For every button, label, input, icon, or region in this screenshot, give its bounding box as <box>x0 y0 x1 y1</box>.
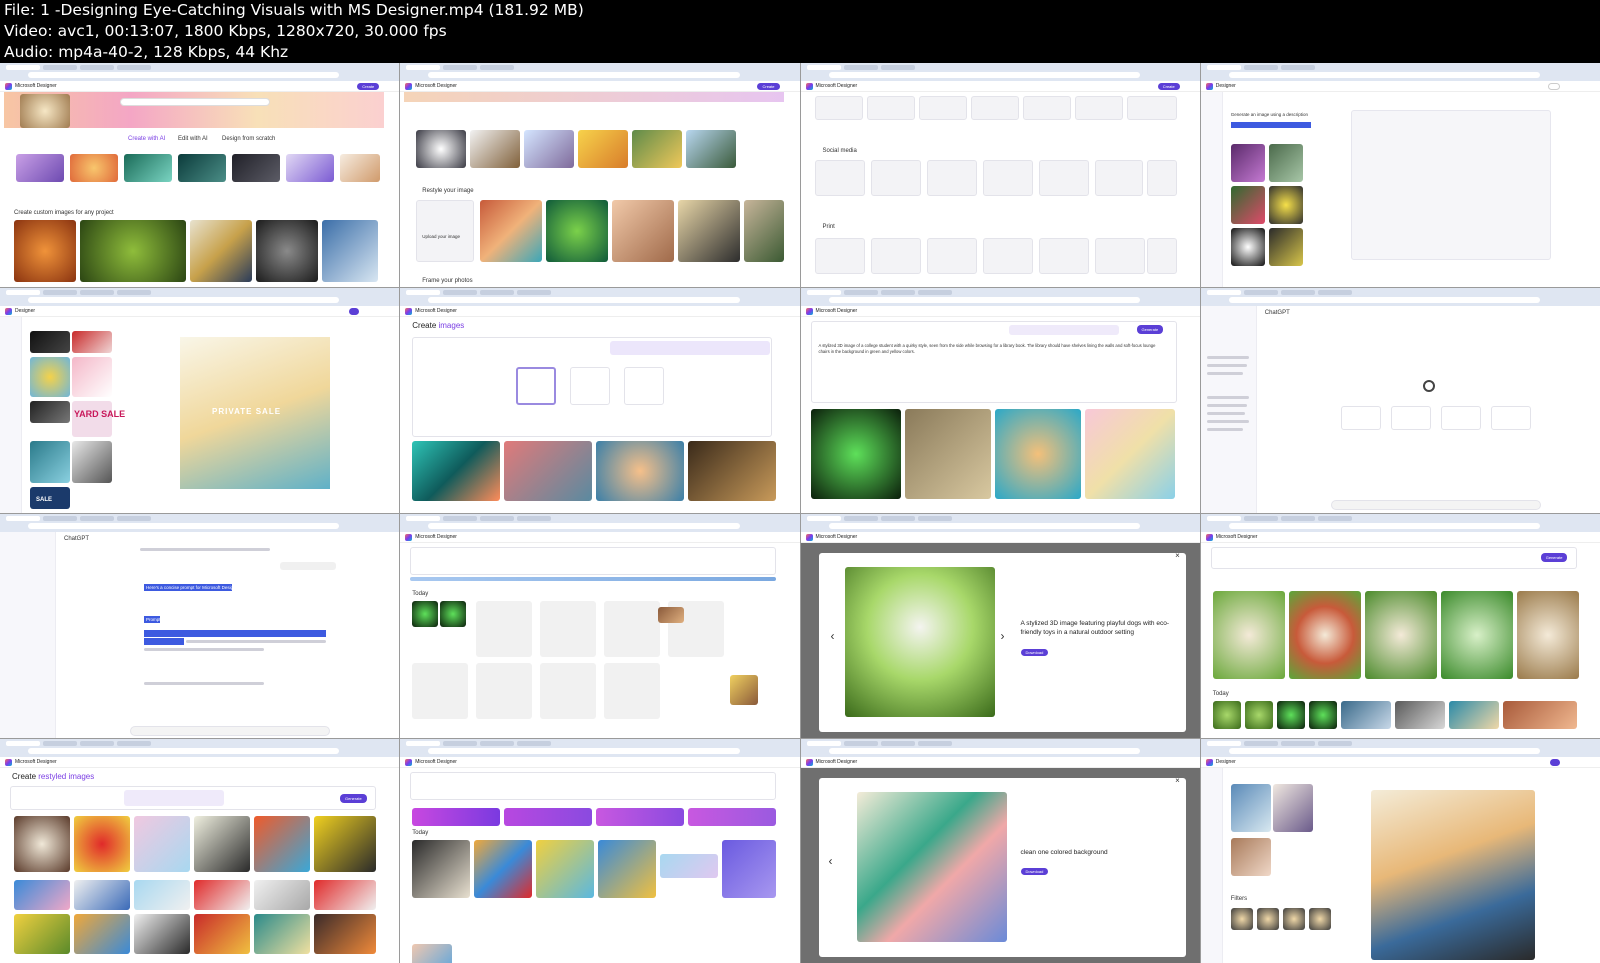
image-detail-modal: ‹ × clean one colored background Downloa… <box>818 776 1186 957</box>
download-button[interactable]: Download <box>1020 867 1049 875</box>
thumb-create-images[interactable]: Microsoft Designer Create images <box>400 288 800 513</box>
download-button[interactable]: Download <box>1020 648 1049 656</box>
section-title: Create custom images for any project <box>14 210 114 216</box>
thumb-edit-with-ai[interactable]: Microsoft Designer Create Restyle your im… <box>400 63 800 288</box>
chatgpt-title: ChatGPT <box>1264 310 1290 317</box>
prev-arrow-icon[interactable]: ‹ <box>829 854 833 868</box>
image-detail-modal: ‹ › × A stylized 3D image featuring play… <box>818 551 1186 732</box>
designer-logo-icon <box>805 83 813 90</box>
thumb-fashion-editor[interactable]: Designer Filters <box>1200 738 1600 963</box>
restyle-heading: Restyle your image <box>422 188 474 194</box>
image-caption: clean one colored background <box>1020 848 1108 856</box>
social-media-heading: Social media <box>822 148 857 154</box>
next-arrow-icon[interactable]: › <box>1001 629 1005 643</box>
close-icon[interactable]: × <box>1175 551 1180 560</box>
thumbnail-grid: Microsoft Designer Create Create with AI … <box>0 63 1600 963</box>
thumb-designer-home[interactable]: Microsoft Designer Create Create with AI … <box>0 63 400 288</box>
create-button[interactable]: Create <box>1157 83 1180 90</box>
thumb-restyle-progress[interactable]: Microsoft Designer Today <box>400 738 800 963</box>
thumb-chatgpt-prompt[interactable]: ChatGPT Here's a concise prompt for Micr… <box>0 513 400 738</box>
thumb-designer-editor[interactable]: Designer Generate an image using a descr… <box>1200 63 1600 288</box>
designer-logo-icon <box>405 308 413 316</box>
designer-logo-icon <box>405 758 413 766</box>
frame-heading: Frame your photos <box>422 278 473 284</box>
prompt-text[interactable]: A stylized 3D image of a college student… <box>819 343 1167 355</box>
audio-info: Audio: mp4a-40-2, 128 Kbps, 44 Khz <box>4 43 289 61</box>
browser-chrome <box>0 63 400 81</box>
thumb-dog-image-modal[interactable]: Microsoft Designer ‹ › × A stylized 3D i… <box>800 513 1200 738</box>
thumb-generating-images[interactable]: Microsoft Designer Today <box>400 513 800 738</box>
designer-logo-icon <box>1205 533 1213 541</box>
print-heading: Print <box>822 224 835 230</box>
designer-logo-icon <box>1205 83 1213 90</box>
designer-logo-icon <box>5 758 12 766</box>
thumb-private-sale-design[interactable]: Designer YARD SALE SALE PRIVATE SALE <box>0 288 400 513</box>
designer-logo-icon <box>805 533 813 541</box>
design-from-scratch-tab[interactable]: Design from scratch <box>222 136 275 142</box>
generate-button[interactable]: Generate <box>1136 325 1164 335</box>
thumb-templates[interactable]: Microsoft Designer Create Social media Pr… <box>800 63 1200 288</box>
generate-button[interactable]: Generate <box>340 793 367 803</box>
download-button[interactable] <box>349 308 360 316</box>
designer-logo-icon <box>5 83 12 90</box>
designer-logo-icon <box>405 83 413 90</box>
video-info: Video: avc1, 00:13:07, 1800 Kbps, 1280x7… <box>4 22 447 40</box>
generate-button[interactable]: Generate <box>1540 552 1568 562</box>
edit-with-ai-tab[interactable]: Edit with AI <box>178 136 208 142</box>
image-caption: A stylized 3D image featuring playful do… <box>1020 619 1170 636</box>
thumb-chatgpt-home[interactable]: ChatGPT <box>1200 288 1600 513</box>
thumb-prompt-library[interactable]: Microsoft Designer Generate A stylized 3… <box>800 288 1200 513</box>
designer-logo-icon <box>805 308 813 316</box>
thumb-create-restyled[interactable]: Microsoft Designer Create restyled image… <box>0 738 400 963</box>
file-info: File: 1 -Designing Eye-Catching Visuals … <box>4 1 584 19</box>
create-button[interactable]: Create <box>357 83 380 90</box>
thumb-fashion-modal[interactable]: Microsoft Designer ‹ × clean one colored… <box>800 738 1200 963</box>
close-icon[interactable]: × <box>1175 776 1180 785</box>
app-bar: Microsoft Designer Create <box>0 81 400 92</box>
prev-arrow-icon[interactable]: ‹ <box>831 629 835 643</box>
create-with-ai-tab[interactable]: Create with AI <box>128 136 165 142</box>
create-images-title: Create images <box>412 321 465 331</box>
download-button[interactable] <box>1550 758 1560 766</box>
thumb-dog-results[interactable]: Microsoft Designer Generate Today <box>1200 513 1600 738</box>
designer-logo-icon <box>805 758 813 766</box>
create-restyled-title: Create restyled images <box>12 771 95 781</box>
private-sale-text: PRIVATE SALE <box>212 407 282 417</box>
video-info-header: File: 1 -Designing Eye-Catching Visuals … <box>0 0 1600 63</box>
designer-logo-icon <box>405 533 413 541</box>
designer-logo-icon <box>5 308 12 316</box>
designer-logo-icon <box>1205 758 1213 766</box>
create-button[interactable]: Create <box>757 83 780 90</box>
new-design-button[interactable] <box>1548 83 1560 90</box>
